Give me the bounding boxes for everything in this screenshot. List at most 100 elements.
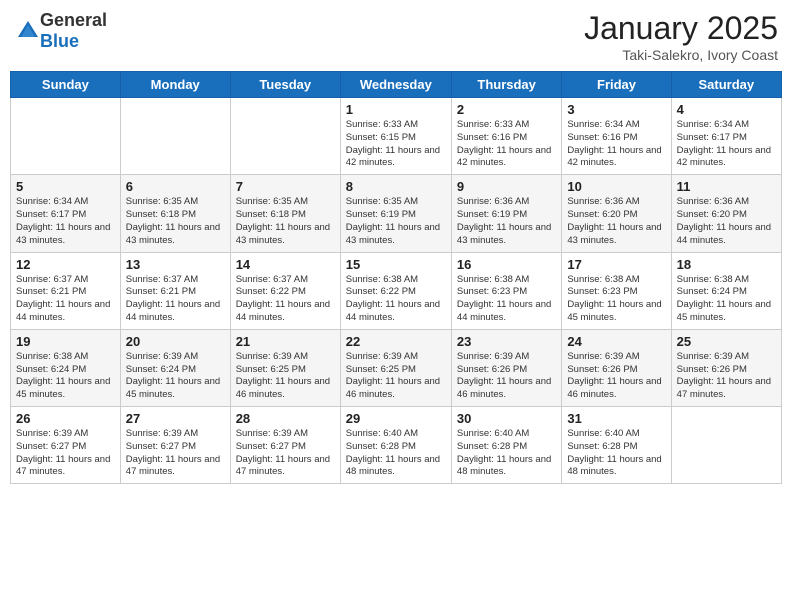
day-number: 31 (567, 411, 665, 426)
calendar-cell: 7Sunrise: 6:35 AM Sunset: 6:18 PM Daylig… (230, 175, 340, 252)
calendar-cell: 22Sunrise: 6:39 AM Sunset: 6:25 PM Dayli… (340, 329, 451, 406)
calendar-table: SundayMondayTuesdayWednesdayThursdayFrid… (10, 71, 782, 484)
day-info: Sunrise: 6:37 AM Sunset: 6:21 PM Dayligh… (16, 274, 115, 325)
calendar-cell: 1Sunrise: 6:33 AM Sunset: 6:15 PM Daylig… (340, 98, 451, 175)
day-number: 22 (346, 334, 446, 349)
day-number: 13 (126, 257, 225, 272)
weekday-header-monday: Monday (120, 72, 230, 98)
calendar-cell: 11Sunrise: 6:36 AM Sunset: 6:20 PM Dayli… (671, 175, 781, 252)
calendar-week-5: 26 Sunrise: 6:39 AM Sunset: 6:27 PM Dayli… (11, 407, 782, 484)
calendar-cell: 26 Sunrise: 6:39 AM Sunset: 6:27 PM Dayli… (11, 407, 121, 484)
calendar-cell (230, 98, 340, 175)
day-info: Sunrise: 6:39 AM Sunset: 6:26 PM Dayligh… (677, 351, 776, 402)
day-info: Sunrise: 6:38 AM Sunset: 6:24 PM Dayligh… (677, 274, 776, 325)
day-number: 27 (126, 411, 225, 426)
calendar-week-2: 5 Sunrise: 6:34 AM Sunset: 6:17 PM Daylig… (11, 175, 782, 252)
day-info: Sunrise: 6:39 AM Sunset: 6:27 PM Dayligh… (16, 428, 115, 479)
logo-blue-text: Blue (40, 31, 79, 51)
weekday-header-row: SundayMondayTuesdayWednesdayThursdayFrid… (11, 72, 782, 98)
day-info: Sunrise: 6:40 AM Sunset: 6:28 PM Dayligh… (567, 428, 665, 479)
day-info: Sunrise: 6:33 AM Sunset: 6:15 PM Dayligh… (346, 119, 446, 170)
day-info: Sunrise: 6:39 AM Sunset: 6:27 PM Dayligh… (236, 428, 335, 479)
weekday-header-wednesday: Wednesday (340, 72, 451, 98)
location-title: Taki-Salekro, Ivory Coast (584, 47, 778, 63)
weekday-header-saturday: Saturday (671, 72, 781, 98)
calendar-cell: 30 Sunrise: 6:40 AM Sunset: 6:28 PM Dayli… (451, 407, 561, 484)
day-info: Sunrise: 6:36 AM Sunset: 6:20 PM Dayligh… (567, 196, 665, 247)
day-number: 21 (236, 334, 335, 349)
day-info: Sunrise: 6:35 AM Sunset: 6:19 PM Dayligh… (346, 196, 446, 247)
logo-icon (16, 19, 40, 43)
calendar-cell: 18Sunrise: 6:38 AM Sunset: 6:24 PM Dayli… (671, 252, 781, 329)
calendar-cell: 15 Sunrise: 6:38 AM Sunset: 6:22 PM Dayli… (340, 252, 451, 329)
day-number: 14 (236, 257, 335, 272)
calendar-cell: 5 Sunrise: 6:34 AM Sunset: 6:17 PM Daylig… (11, 175, 121, 252)
calendar-cell: 25 Sunrise: 6:39 AM Sunset: 6:26 PM Dayli… (671, 329, 781, 406)
calendar-cell: 27 Sunrise: 6:39 AM Sunset: 6:27 PM Dayli… (120, 407, 230, 484)
calendar-cell (11, 98, 121, 175)
day-info: Sunrise: 6:38 AM Sunset: 6:22 PM Dayligh… (346, 274, 446, 325)
calendar-cell: 29Sunrise: 6:40 AM Sunset: 6:28 PM Dayli… (340, 407, 451, 484)
day-number: 19 (16, 334, 115, 349)
calendar-cell: 21 Sunrise: 6:39 AM Sunset: 6:25 PM Dayli… (230, 329, 340, 406)
calendar-week-1: 1Sunrise: 6:33 AM Sunset: 6:15 PM Daylig… (11, 98, 782, 175)
calendar-cell: 31 Sunrise: 6:40 AM Sunset: 6:28 PM Dayli… (562, 407, 671, 484)
day-number: 8 (346, 179, 446, 194)
day-info: Sunrise: 6:39 AM Sunset: 6:26 PM Dayligh… (457, 351, 556, 402)
day-number: 5 (16, 179, 115, 194)
day-info: Sunrise: 6:37 AM Sunset: 6:22 PM Dayligh… (236, 274, 335, 325)
calendar-cell (120, 98, 230, 175)
day-number: 25 (677, 334, 776, 349)
day-number: 20 (126, 334, 225, 349)
day-number: 6 (126, 179, 225, 194)
day-info: Sunrise: 6:34 AM Sunset: 6:17 PM Dayligh… (16, 196, 115, 247)
weekday-header-thursday: Thursday (451, 72, 561, 98)
day-info: Sunrise: 6:36 AM Sunset: 6:19 PM Dayligh… (457, 196, 556, 247)
day-number: 12 (16, 257, 115, 272)
month-title: January 2025 (584, 10, 778, 47)
day-info: Sunrise: 6:34 AM Sunset: 6:17 PM Dayligh… (677, 119, 776, 170)
weekday-header-friday: Friday (562, 72, 671, 98)
day-number: 26 (16, 411, 115, 426)
calendar-cell: 14 Sunrise: 6:37 AM Sunset: 6:22 PM Dayli… (230, 252, 340, 329)
day-info: Sunrise: 6:38 AM Sunset: 6:24 PM Dayligh… (16, 351, 115, 402)
day-number: 28 (236, 411, 335, 426)
calendar-cell: 8 Sunrise: 6:35 AM Sunset: 6:19 PM Daylig… (340, 175, 451, 252)
calendar-cell: 24Sunrise: 6:39 AM Sunset: 6:26 PM Dayli… (562, 329, 671, 406)
calendar-cell: 17Sunrise: 6:38 AM Sunset: 6:23 PM Dayli… (562, 252, 671, 329)
day-number: 30 (457, 411, 556, 426)
day-info: Sunrise: 6:33 AM Sunset: 6:16 PM Dayligh… (457, 119, 556, 170)
logo-general-text: General (40, 10, 107, 30)
day-number: 17 (567, 257, 665, 272)
weekday-header-sunday: Sunday (11, 72, 121, 98)
day-info: Sunrise: 6:40 AM Sunset: 6:28 PM Dayligh… (457, 428, 556, 479)
calendar-cell: 19 Sunrise: 6:38 AM Sunset: 6:24 PM Dayli… (11, 329, 121, 406)
calendar-cell: 13Sunrise: 6:37 AM Sunset: 6:21 PM Dayli… (120, 252, 230, 329)
day-number: 3 (567, 102, 665, 117)
calendar-cell: 20Sunrise: 6:39 AM Sunset: 6:24 PM Dayli… (120, 329, 230, 406)
calendar-cell: 9 Sunrise: 6:36 AM Sunset: 6:19 PM Daylig… (451, 175, 561, 252)
day-info: Sunrise: 6:39 AM Sunset: 6:27 PM Dayligh… (126, 428, 225, 479)
calendar-cell: 2 Sunrise: 6:33 AM Sunset: 6:16 PM Daylig… (451, 98, 561, 175)
title-area: January 2025 Taki-Salekro, Ivory Coast (584, 10, 778, 63)
calendar-cell (671, 407, 781, 484)
weekday-header-tuesday: Tuesday (230, 72, 340, 98)
calendar-cell: 16Sunrise: 6:38 AM Sunset: 6:23 PM Dayli… (451, 252, 561, 329)
calendar-cell: 3Sunrise: 6:34 AM Sunset: 6:16 PM Daylig… (562, 98, 671, 175)
day-info: Sunrise: 6:38 AM Sunset: 6:23 PM Dayligh… (457, 274, 556, 325)
day-number: 9 (457, 179, 556, 194)
calendar-cell: 10Sunrise: 6:36 AM Sunset: 6:20 PM Dayli… (562, 175, 671, 252)
calendar-week-3: 12 Sunrise: 6:37 AM Sunset: 6:21 PM Dayli… (11, 252, 782, 329)
day-info: Sunrise: 6:39 AM Sunset: 6:25 PM Dayligh… (236, 351, 335, 402)
day-number: 2 (457, 102, 556, 117)
logo: General Blue (14, 10, 107, 52)
calendar-cell: 12 Sunrise: 6:37 AM Sunset: 6:21 PM Dayli… (11, 252, 121, 329)
header: General Blue January 2025 Taki-Salekro, … (10, 10, 782, 63)
day-info: Sunrise: 6:35 AM Sunset: 6:18 PM Dayligh… (126, 196, 225, 247)
calendar-cell: 4Sunrise: 6:34 AM Sunset: 6:17 PM Daylig… (671, 98, 781, 175)
day-number: 24 (567, 334, 665, 349)
day-number: 15 (346, 257, 446, 272)
day-info: Sunrise: 6:35 AM Sunset: 6:18 PM Dayligh… (236, 196, 335, 247)
day-info: Sunrise: 6:40 AM Sunset: 6:28 PM Dayligh… (346, 428, 446, 479)
calendar-cell: 6 Sunrise: 6:35 AM Sunset: 6:18 PM Daylig… (120, 175, 230, 252)
